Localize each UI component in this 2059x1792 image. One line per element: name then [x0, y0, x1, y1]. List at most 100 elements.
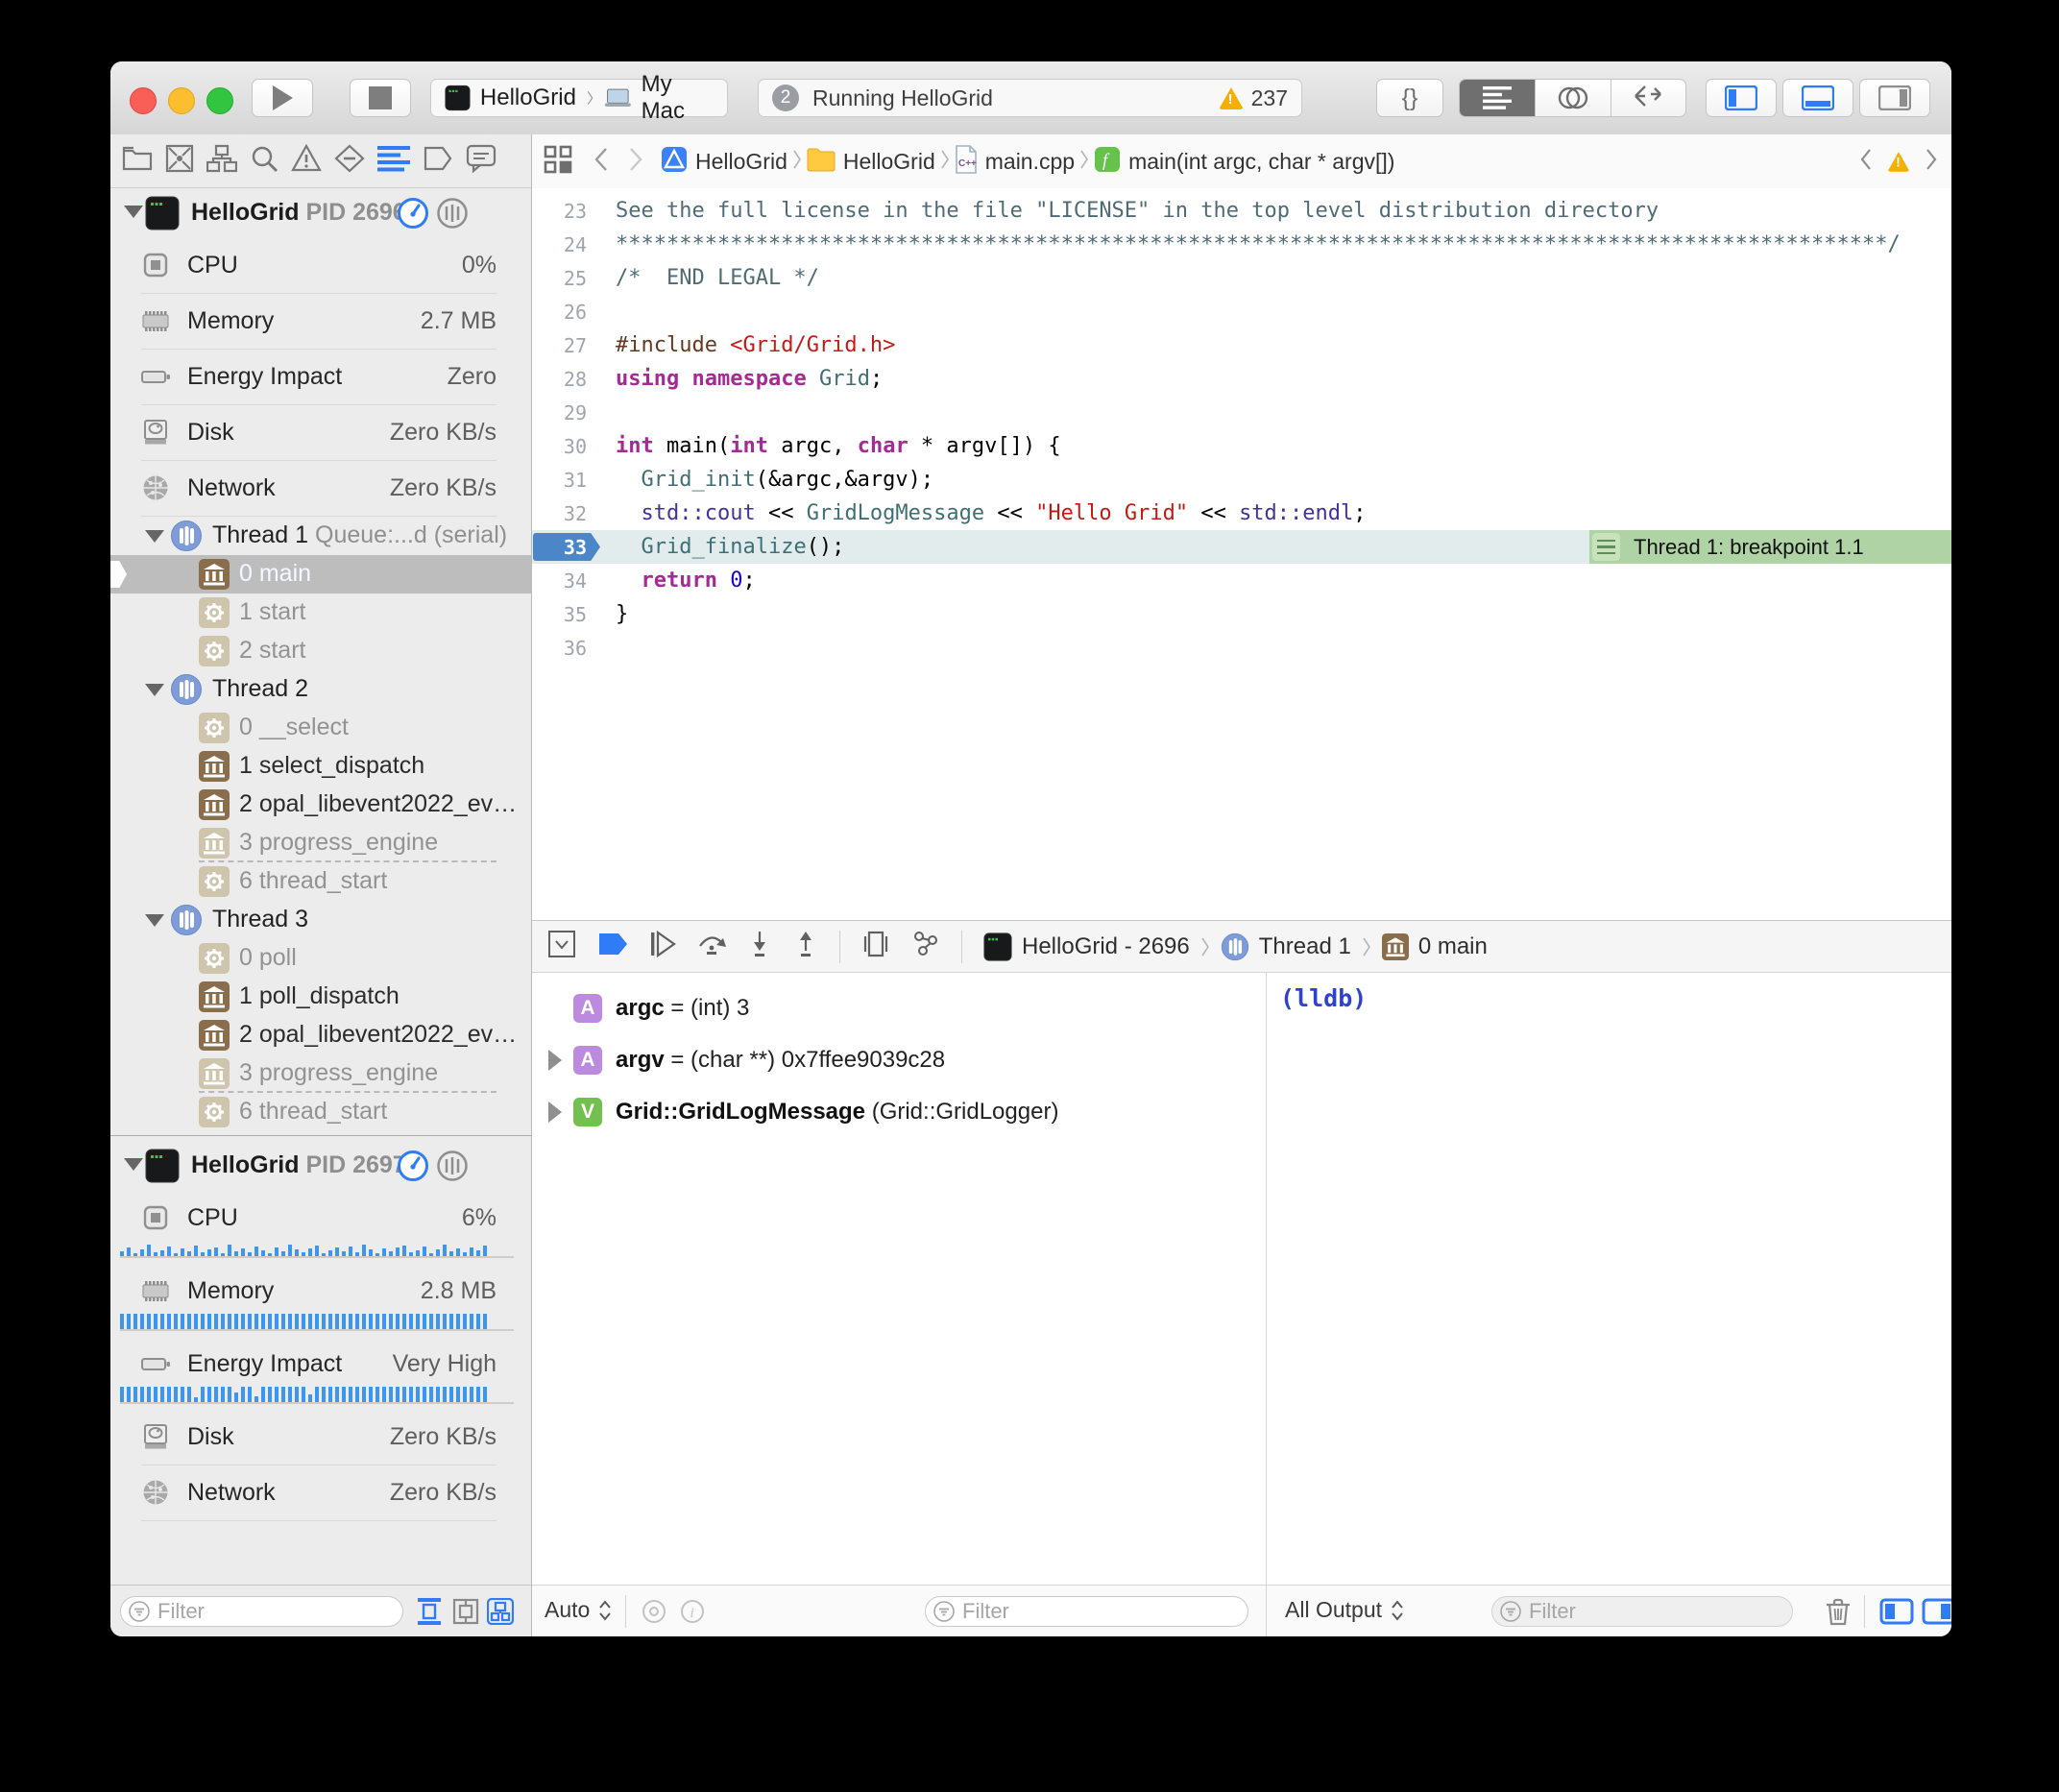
line-number[interactable]: 26 — [531, 301, 587, 324]
stack-frame-row[interactable]: 0 poll — [110, 939, 531, 978]
crumb-thread[interactable]: Thread 1 — [1259, 933, 1351, 960]
filter-flat-view-button[interactable] — [416, 1598, 443, 1630]
console-output-popup[interactable]: All Output — [1285, 1597, 1405, 1623]
process-row[interactable]: HelloGrid PID 2697 — [110, 1141, 531, 1191]
activity-status[interactable]: 2 Running HelloGrid 237 — [758, 79, 1302, 117]
find-navigator-icon[interactable] — [250, 144, 279, 178]
console-view[interactable]: (lldb) — [1267, 973, 1951, 1585]
breakpoint-navigator-icon[interactable] — [423, 145, 453, 177]
zoom-button[interactable] — [206, 87, 233, 114]
test-navigator-icon[interactable] — [334, 144, 365, 178]
close-button[interactable] — [130, 87, 157, 114]
issue-navigator-icon[interactable] — [291, 144, 322, 178]
metric-row-energy-impact[interactable]: Energy ImpactVery High — [110, 1337, 531, 1410]
view-hierarchy-button[interactable] — [861, 931, 890, 962]
step-into-button[interactable] — [747, 931, 772, 962]
stack-frame-row[interactable]: 1 poll_dispatch — [110, 978, 531, 1016]
crumb-process[interactable]: HelloGrid - 2696 — [1022, 933, 1190, 960]
metric-row-memory[interactable]: Memory2.7 MB — [110, 294, 531, 350]
crumb-group[interactable]: HelloGrid — [843, 149, 935, 175]
crumb-project[interactable]: HelloGrid — [695, 149, 787, 175]
step-over-button[interactable] — [697, 931, 726, 962]
sidebar-filter-input[interactable]: Filter — [120, 1596, 403, 1627]
toggle-navigator-button[interactable] — [1706, 79, 1777, 117]
library-button[interactable]: {} — [1376, 79, 1443, 117]
stack-frame-row[interactable]: 1 select_dispatch — [110, 747, 531, 786]
variable-row[interactable]: VGrid::GridLogMessage (Grid::GridLogger) — [531, 1086, 1266, 1138]
disclosure-triangle[interactable] — [124, 206, 143, 218]
profile-gauge-button[interactable] — [396, 1149, 430, 1183]
minimize-button[interactable] — [168, 87, 195, 114]
line-number[interactable]: 36 — [531, 637, 587, 660]
line-number[interactable]: 35 — [531, 603, 587, 626]
breakpoints-toggle-button[interactable] — [597, 932, 628, 961]
metric-row-network[interactable]: NetworkZero KB/s — [110, 1465, 531, 1521]
code-line[interactable]: 31 Grid_init(&argc,&argv); — [531, 463, 1951, 496]
project-navigator-icon[interactable] — [122, 145, 153, 177]
metric-row-memory[interactable]: Memory2.8 MB — [110, 1264, 531, 1337]
line-number[interactable]: 30 — [531, 435, 587, 458]
run-button[interactable] — [252, 79, 313, 117]
metric-row-network[interactable]: NetworkZero KB/s — [110, 461, 531, 517]
disclosure-triangle[interactable] — [145, 684, 164, 696]
thread-row[interactable]: Thread 3 — [110, 901, 531, 939]
line-number[interactable]: 33 — [531, 536, 587, 559]
stack-frame-row[interactable]: 2 start — [110, 632, 531, 670]
profile-gauge-button[interactable] — [396, 196, 430, 230]
stack-frame-row[interactable]: 2 opal_libevent2022_ev… — [110, 1016, 531, 1054]
symbol-navigator-icon[interactable] — [206, 144, 237, 178]
back-button[interactable] — [593, 147, 609, 177]
source-control-navigator-icon[interactable] — [165, 144, 194, 178]
stack-frame-row[interactable]: 3 progress_engine — [110, 1054, 531, 1093]
next-issue-button[interactable] — [1925, 148, 1938, 176]
pause-process-button[interactable] — [435, 196, 470, 230]
toggle-inspector-button[interactable] — [1859, 79, 1930, 117]
stack-frame-row[interactable]: 6 thread_start — [110, 862, 531, 901]
stack-frame-row[interactable]: 1 start — [110, 593, 531, 632]
line-number[interactable]: 31 — [531, 469, 587, 492]
stack-frame-row[interactable]: 6 thread_start — [110, 1093, 531, 1131]
code-line[interactable]: 23See the full license in the file "LICE… — [531, 194, 1951, 228]
previous-issue-button[interactable] — [1859, 148, 1873, 176]
metric-row-cpu[interactable]: CPU6% — [110, 1191, 531, 1264]
console-filter-input[interactable]: Filter — [1491, 1596, 1793, 1627]
code-line[interactable]: 24**************************************… — [531, 228, 1951, 261]
code-line[interactable]: 35} — [531, 597, 1951, 631]
continue-button[interactable] — [649, 931, 676, 962]
metric-row-cpu[interactable]: CPU0% — [110, 238, 531, 294]
line-number[interactable]: 27 — [531, 334, 587, 357]
clear-console-button[interactable] — [1826, 1597, 1851, 1631]
crumb-file[interactable]: main.cpp — [985, 149, 1075, 175]
pause-process-button[interactable] — [435, 1149, 470, 1183]
variable-row[interactable]: Aargv = (char **) 0x7ffee9039c28 — [531, 1034, 1266, 1086]
hide-debug-area-button[interactable] — [547, 930, 576, 963]
filter-threads-button[interactable] — [452, 1598, 479, 1630]
debug-pane-divider[interactable] — [1266, 973, 1267, 1636]
report-navigator-icon[interactable] — [466, 144, 497, 178]
variable-row[interactable]: Aargc = (int) 3 — [531, 982, 1266, 1034]
related-items-icon[interactable] — [544, 145, 572, 179]
disclosure-triangle[interactable] — [548, 1050, 562, 1071]
crumb-frame[interactable]: 0 main — [1418, 933, 1488, 960]
code-line[interactable]: 25/* END LEGAL */ — [531, 261, 1951, 295]
code-line[interactable]: 28using namespace Grid; — [531, 362, 1951, 396]
variables-view[interactable]: Aargc = (int) 3Aargv = (char **) 0x7ffee… — [531, 973, 1266, 1594]
info-button[interactable]: i — [679, 1598, 706, 1630]
breakpoint-annotation[interactable]: Thread 1: breakpoint 1.1 — [1589, 530, 1951, 564]
stack-frame-row[interactable]: 0 main — [110, 555, 531, 593]
scheme-selector[interactable]: HelloGrid My Mac — [430, 79, 728, 117]
code-line-current[interactable]: 33 Grid_finalize();Thread 1: breakpoint … — [531, 530, 1951, 564]
line-number[interactable]: 28 — [531, 368, 587, 391]
code-line[interactable]: 26 — [531, 295, 1951, 328]
disclosure-triangle[interactable] — [548, 1102, 562, 1123]
disclosure-triangle[interactable] — [145, 914, 164, 927]
standard-editor-button[interactable] — [1460, 80, 1535, 116]
process-row[interactable]: HelloGrid PID 2696 — [110, 188, 531, 238]
metric-row-energy-impact[interactable]: Energy ImpactZero — [110, 350, 531, 405]
line-number[interactable]: 24 — [531, 233, 587, 256]
code-line[interactable]: 29 — [531, 396, 1951, 429]
code-line[interactable]: 32 std::cout << GridLogMessage << "Hello… — [531, 496, 1951, 530]
disclosure-triangle[interactable] — [124, 1158, 143, 1171]
code-line[interactable]: 34 return 0; — [531, 564, 1951, 597]
code-line[interactable]: 36 — [531, 631, 1951, 665]
